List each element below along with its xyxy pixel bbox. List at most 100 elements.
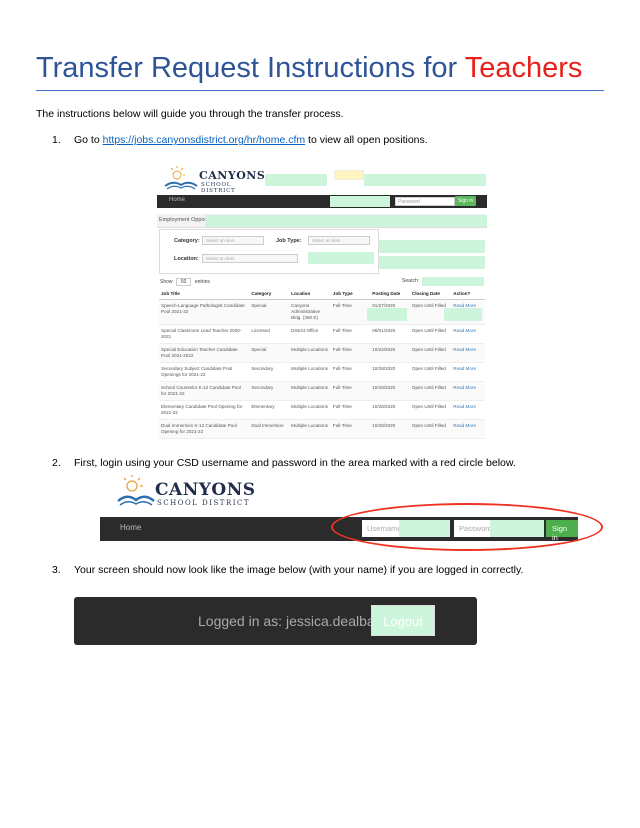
- username-input[interactable]: [330, 196, 390, 207]
- read-more-link[interactable]: Read More: [451, 343, 485, 363]
- nav-home-link[interactable]: Home: [120, 523, 141, 532]
- logo-name: CANYONS: [199, 169, 266, 182]
- table-cell: Special Classroom Lead Teacher 2020-2021: [159, 324, 250, 344]
- step-number: 3.: [52, 564, 61, 576]
- table-cell: Full-Time: [330, 381, 371, 401]
- category-select[interactable]: Select an item: [202, 236, 264, 245]
- step-number: 2.: [52, 457, 61, 469]
- book-logo-icon: [117, 475, 155, 506]
- table-cell: 10/28/2020: [370, 362, 410, 382]
- table-cell: Open Until Filled: [409, 324, 452, 344]
- highlight-box: [364, 174, 486, 186]
- table-row: School Counselor K-12 Candidate Pool for…: [159, 381, 485, 401]
- column-header[interactable]: Posting Date: [370, 287, 410, 300]
- table-cell: Administration: [249, 438, 290, 440]
- title-main: Transfer Request Instructions for: [36, 52, 465, 84]
- book-logo-icon: [164, 166, 198, 190]
- table-cell: Multiple Locations: [289, 343, 331, 363]
- intro-text: The instructions below will guide you th…: [36, 108, 344, 120]
- step-number: 1.: [52, 134, 61, 146]
- jobs-site-screenshot: CANYONS SCHOOL DISTRICT Home Password Si…: [157, 162, 487, 440]
- nav-home-link[interactable]: Home: [169, 197, 185, 203]
- table-cell: Special: [249, 299, 290, 325]
- table-row: Administration Positions-SchoolsAdminist…: [159, 438, 485, 440]
- table-cell: Open Until Filled: [409, 381, 452, 401]
- jobtype-select[interactable]: Select an item: [308, 236, 370, 245]
- column-header[interactable]: Job Type: [330, 287, 371, 300]
- table-cell: Full-Time: [330, 343, 371, 363]
- table-cell: District Office: [289, 324, 331, 344]
- logo-subtitle: SCHOOL DISTRICT: [157, 499, 251, 507]
- table-cell: Secondary: [249, 362, 290, 382]
- table-cell: TBD: [289, 438, 331, 440]
- highlight-box: [444, 308, 482, 321]
- signin-button[interactable]: Sign in: [455, 196, 477, 206]
- category-label: Category:: [174, 238, 200, 244]
- step-3: 3. Your screen should now look like the i…: [52, 564, 523, 576]
- table-row: Special Education Teacher Candidate Pool…: [159, 343, 485, 363]
- location-select[interactable]: Select an item: [202, 254, 298, 263]
- table-cell: Elementary: [249, 400, 290, 420]
- read-more-link[interactable]: Read More: [451, 400, 485, 420]
- table-cell: Full-Time: [330, 400, 371, 420]
- highlight-box: [379, 256, 485, 269]
- column-header[interactable]: Job Title: [159, 287, 250, 300]
- table-cell: Multiple Locations: [289, 419, 331, 439]
- password-input[interactable]: Password: [395, 197, 455, 206]
- read-more-link[interactable]: Read More: [451, 381, 485, 401]
- step-text: First, login using your CSD username and…: [74, 457, 516, 469]
- table-cell: Full-Time: [330, 362, 371, 382]
- table-cell: Elementary Candidate Pool Opening for 20…: [159, 400, 250, 420]
- step-text: to view all open positions.: [305, 134, 428, 146]
- column-header[interactable]: Category: [249, 287, 290, 300]
- table-row: Elementary Candidate Pool Opening for 20…: [159, 400, 485, 420]
- table-cell: Licensed: [249, 324, 290, 344]
- table-cell: School Counselor K-12 Candidate Pool for…: [159, 381, 250, 401]
- logout-button[interactable]: Logout: [371, 605, 435, 636]
- column-header[interactable]: Location: [289, 287, 331, 300]
- entries-label: entries: [194, 279, 210, 285]
- read-more-link[interactable]: Read More: [451, 324, 485, 344]
- filter-panel: Category: Select an item Job Type: Selec…: [159, 229, 379, 274]
- logo-subtitle: SCHOOL DISTRICT: [201, 182, 236, 194]
- table-cell: Special Education Teacher Candidate Pool…: [159, 343, 250, 363]
- read-more-link[interactable]: Read More: [451, 419, 485, 439]
- column-header[interactable]: Closing Date: [409, 287, 452, 300]
- highlight-box: [205, 215, 487, 227]
- title-highlight: Teachers: [464, 52, 583, 84]
- table-cell: Open Until Filled: [409, 362, 452, 382]
- location-label: Location:: [174, 256, 199, 262]
- read-more-link[interactable]: Read More: [451, 362, 485, 382]
- step-text: Go to: [74, 134, 103, 146]
- table-cell: Secondary: [249, 381, 290, 401]
- highlight-box: [367, 308, 407, 321]
- show-label: Show: [160, 279, 173, 285]
- table-cell: 10/28/2020: [370, 400, 410, 420]
- table-row: Speech-Language Pathologist Candidate Po…: [159, 299, 485, 325]
- search-input[interactable]: [422, 277, 484, 286]
- table-cell: Full-Time: [330, 324, 371, 344]
- table-row: Dual Immersion K-12 Candidate Pool Openi…: [159, 419, 485, 439]
- table-cell: Open Until Filled: [409, 343, 452, 363]
- column-header[interactable]: Action?: [451, 287, 485, 300]
- table-cell: Full-Time: [330, 438, 371, 440]
- table-cell: Full-Time: [330, 419, 371, 439]
- logged-in-status: Logged in as: jessica.dealba: [198, 613, 375, 629]
- jobtype-label: Job Type:: [276, 238, 302, 244]
- page-title: Transfer Request Instructions for Teache…: [36, 52, 582, 85]
- table-cell: 10/22/2020: [370, 343, 410, 363]
- step-1: 1. Go to https://jobs.canyonsdistrict.org…: [52, 134, 428, 146]
- site-navbar: Home Password Sign in: [157, 195, 487, 208]
- jobs-link[interactable]: https://jobs.canyonsdistrict.org/hr/home…: [103, 134, 306, 146]
- table-cell: Full-Time: [330, 299, 371, 325]
- entries-control: Show 50 entries: [160, 278, 210, 286]
- step-2: 2. First, login using your CSD username a…: [52, 457, 516, 469]
- title-divider: [36, 90, 604, 91]
- table-cell: Speech-Language Pathologist Candidate Po…: [159, 299, 250, 325]
- entries-select[interactable]: 50: [175, 278, 192, 286]
- highlight-box: [379, 240, 485, 253]
- login-screenshot: CANYONS SCHOOL DISTRICT Home Username Pa…: [98, 475, 603, 555]
- red-circle-marker: [331, 503, 603, 551]
- table-cell: Secondary Subject Candidate Pool Opening…: [159, 362, 250, 382]
- read-more-link[interactable]: Read More: [451, 438, 485, 440]
